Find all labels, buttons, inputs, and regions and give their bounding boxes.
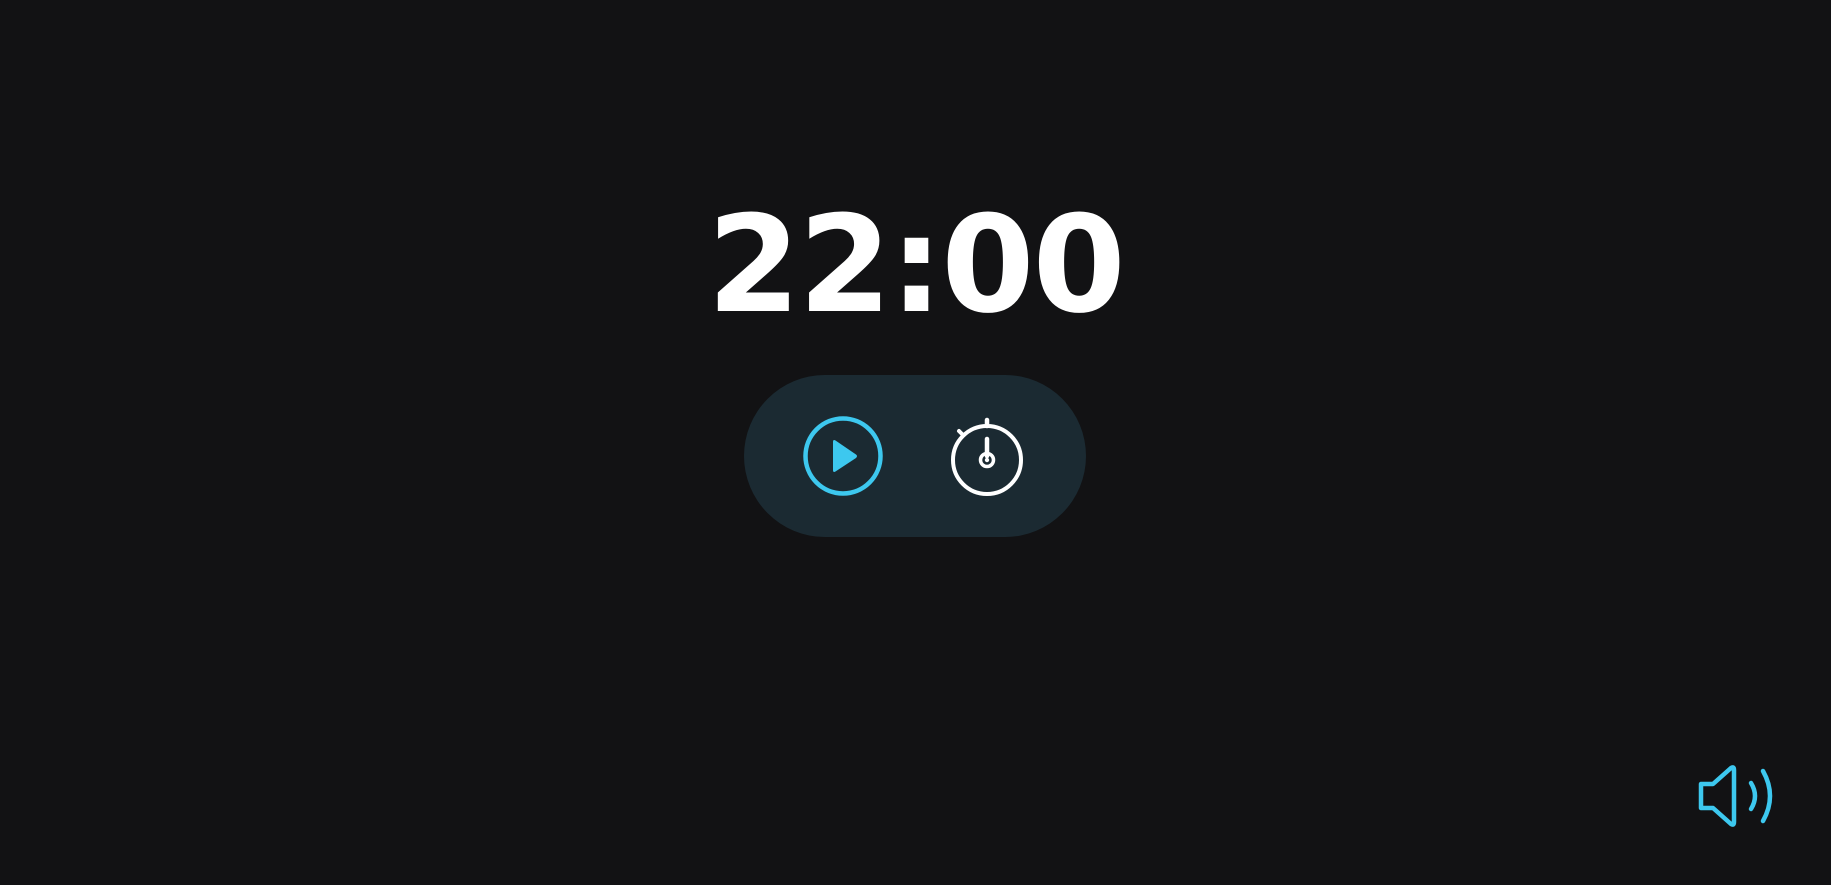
timer-display: 22:00 xyxy=(707,187,1126,343)
speaker-volume-icon xyxy=(1698,765,1773,827)
play-button[interactable] xyxy=(795,408,891,504)
timer-controls xyxy=(744,375,1086,537)
sound-toggle-button[interactable] xyxy=(1691,758,1783,834)
stopwatch-button[interactable] xyxy=(939,408,1035,504)
stopwatch-icon xyxy=(951,417,1023,496)
play-circle-icon xyxy=(803,416,883,496)
